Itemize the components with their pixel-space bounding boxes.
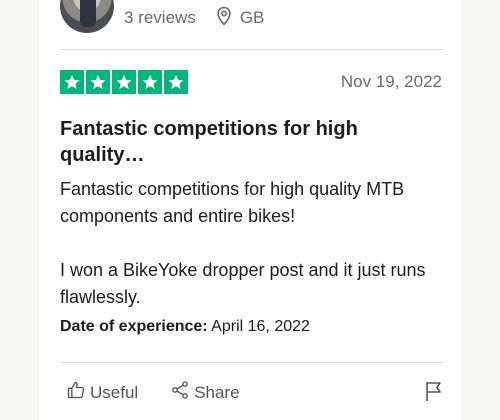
review-card: 3 reviews GB Nov 19, 2022 Fantastic comp…: [37, 0, 463, 420]
reviewer-country: GB: [239, 8, 265, 27]
star-icon: [164, 70, 188, 94]
star-icon: [112, 70, 136, 94]
star-rating: [60, 70, 188, 94]
share-button[interactable]: Share: [170, 380, 240, 405]
share-icon: [170, 380, 190, 405]
experience-label: Date of experience:: [60, 318, 208, 335]
divider: [60, 49, 444, 50]
reviews-count: 3 reviews: [124, 8, 196, 27]
star-icon: [138, 70, 162, 94]
location-pin-icon: [216, 6, 232, 31]
flag-icon[interactable]: [424, 380, 444, 407]
star-icon: [86, 70, 110, 94]
experience-date: April 16, 2022: [211, 318, 310, 335]
review-title[interactable]: Fantastic competitions for high quality…: [60, 116, 420, 168]
reviewer-stats: 3 reviews GB: [124, 6, 264, 31]
useful-button[interactable]: Useful: [66, 380, 138, 405]
avatar[interactable]: [60, 0, 114, 33]
review-body: Fantastic competitions for high quality …: [60, 176, 440, 311]
reviewer-meta: 3 reviews GB: [60, 0, 264, 36]
review-date: Nov 19, 2022: [340, 72, 442, 91]
review-paragraph: Fantastic competitions for high quality …: [60, 179, 405, 226]
star-icon: [60, 70, 84, 94]
review-paragraph: I won a BikeYoke dropper post and it jus…: [60, 260, 426, 307]
review-actions: Useful Share: [66, 380, 272, 405]
divider: [60, 362, 444, 363]
thumbs-up-icon: [66, 380, 86, 405]
date-of-experience: Date of experience: April 16, 2022: [60, 318, 310, 336]
